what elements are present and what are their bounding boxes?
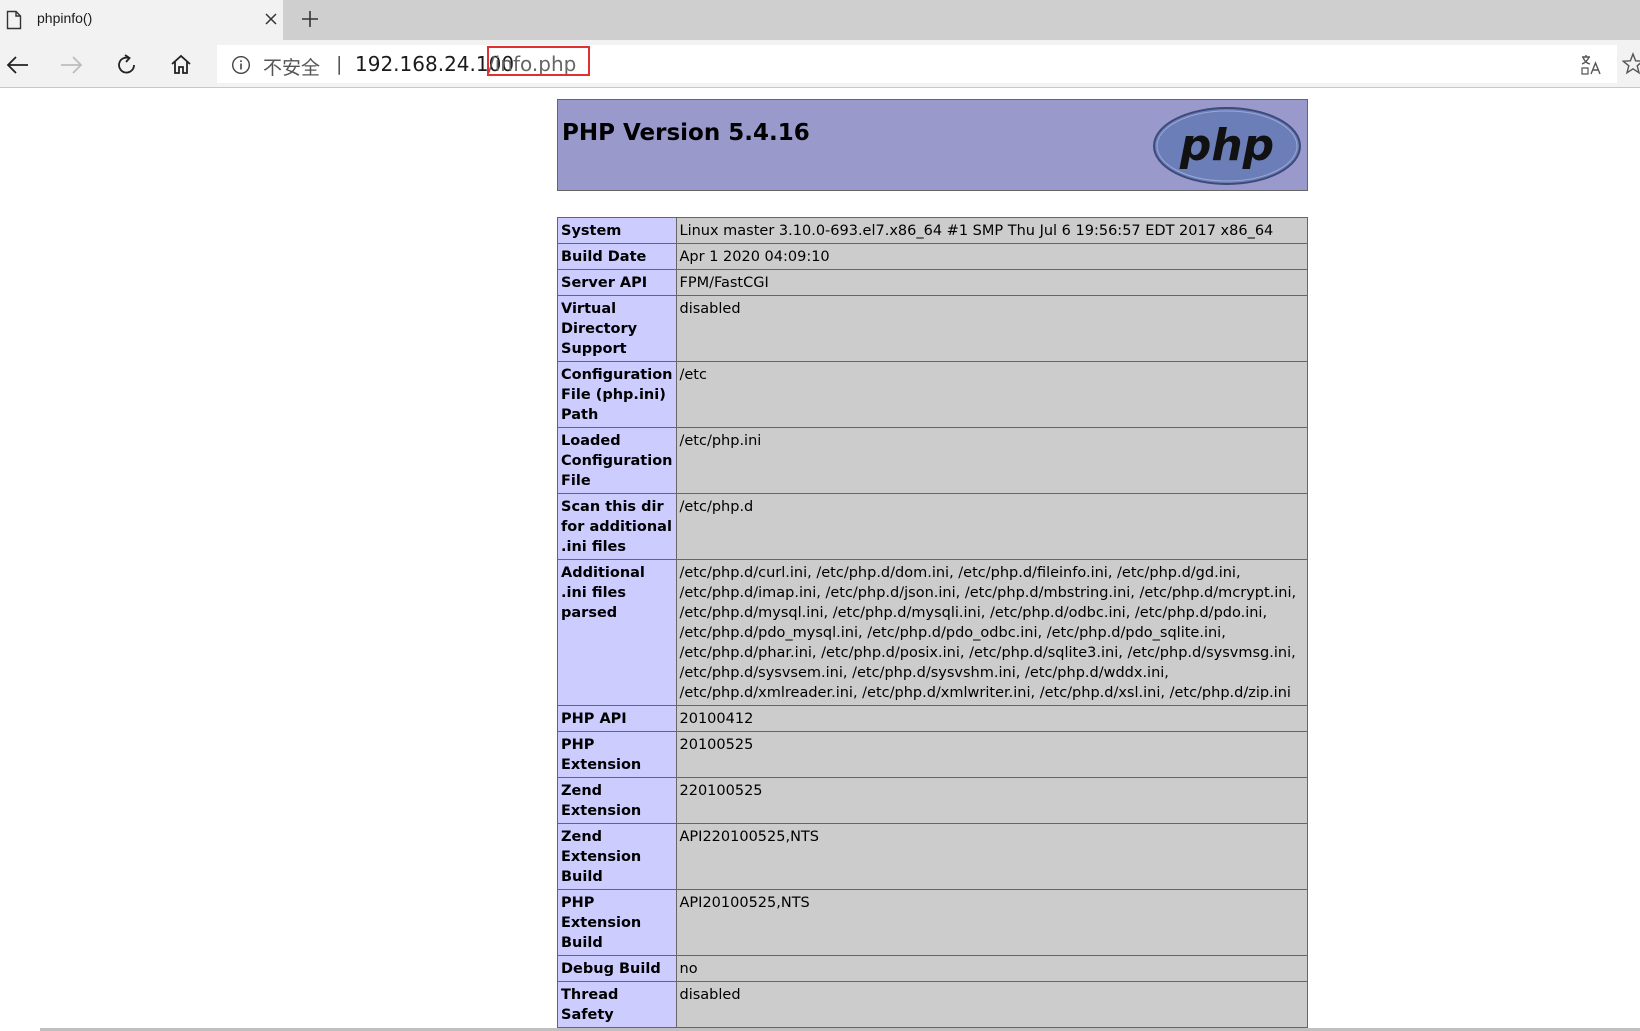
row-key: Server API [557,269,677,296]
table-row: Additional .ini files parsed/etc/php.d/c… [557,559,1308,706]
row-value: 20100525 [675,731,1308,778]
row-value: disabled [675,295,1308,362]
row-value: Linux master 3.10.0-693.el7.x86_64 #1 SM… [675,217,1308,244]
info-icon[interactable] [231,55,251,75]
row-key: Zend Extension Build [557,823,677,890]
forward-arrow-icon[interactable] [56,50,86,80]
row-value: API220100525,NTS [675,823,1308,890]
row-key: PHP Extension Build [557,889,677,956]
table-row: Zend Extension Build API220100525,NTS [557,823,1308,890]
row-key: Debug Build [557,955,677,982]
address-bar[interactable]: 不安全 | 192.168.24.100 /info.php [217,45,1617,83]
row-value: /etc/php.d/curl.ini, /etc/php.d/dom.ini,… [675,559,1308,706]
tab-phpinfo[interactable]: phpinfo() [0,0,283,40]
row-key: PHP Extension [557,731,677,778]
row-value: 220100525 [675,777,1308,824]
page-icon [6,10,22,30]
row-key: Scan this dir for additional .ini files [557,493,677,560]
close-icon[interactable] [260,8,282,30]
php-logo[interactable]: php [1152,106,1302,186]
table-row: PHP API 20100412 [557,705,1308,732]
translate-icon[interactable] [1580,54,1602,76]
tab-strip: phpinfo() [0,0,1640,40]
row-key: Loaded Configuration File [557,427,677,494]
table-row: Build Date Apr 1 2020 04:09:10 [557,243,1308,270]
row-key: Virtual Directory Support [557,295,677,362]
row-value: /etc [675,361,1308,428]
back-arrow-icon[interactable] [3,50,33,80]
url-highlight-box [487,46,590,76]
phpinfo-content: PHP Version 5.4.16 php System Linux maste… [557,99,1308,1028]
table-row: Thread Safety disabled [557,981,1308,1028]
refresh-icon[interactable] [112,50,142,80]
table-row: PHP Extension Build API20100525,NTS [557,889,1308,956]
tab-title: phpinfo() [37,10,93,26]
address-separator: | [336,53,343,75]
plus-icon[interactable] [298,7,322,31]
table-row: Scan this dir for additional .ini files /… [557,493,1308,560]
row-key: Build Date [557,243,677,270]
row-value: API20100525,NTS [675,889,1308,956]
row-value: disabled [675,981,1308,1028]
row-key: System [557,217,677,244]
page-title: PHP Version 5.4.16 [562,120,810,146]
table-row: Configuration File (php.ini) Path/etc [557,361,1308,428]
row-key: Additional .ini files parsed [557,559,677,706]
row-value: /etc/php.d [675,493,1308,560]
table-row: Zend Extension 220100525 [557,777,1308,824]
table-row: PHP Extension 20100525 [557,731,1308,778]
row-value: /etc/php.ini [675,427,1308,494]
row-value: 20100412 [675,705,1308,732]
table-row: System Linux master 3.10.0-693.el7.x86_64… [557,217,1308,244]
table-row: Virtual Directory Support disabled [557,295,1308,362]
row-value: Apr 1 2020 04:09:10 [675,243,1308,270]
table-row: Debug Build no [557,955,1308,982]
table-row: Server API FPM/FastCGI [557,269,1308,296]
navigation-bar: 不安全 | 192.168.24.100 /info.php [0,40,1640,88]
row-key: Zend Extension [557,777,677,824]
php-version-header: PHP Version 5.4.16 php [557,99,1308,191]
table-row: Loaded Configuration File/etc/php.ini [557,427,1308,494]
star-icon[interactable] [1622,52,1640,76]
row-value: FPM/FastCGI [675,269,1308,296]
home-icon[interactable] [166,50,196,80]
security-label[interactable]: 不安全 [263,53,320,80]
row-key: PHP API [557,705,677,732]
system-info-table: System Linux master 3.10.0-693.el7.x86_64… [557,217,1308,1028]
row-key: Thread Safety [557,981,677,1028]
svg-text:php: php [1179,120,1274,171]
row-value: no [675,955,1308,982]
row-key: Configuration File (php.ini) Path [557,361,677,428]
